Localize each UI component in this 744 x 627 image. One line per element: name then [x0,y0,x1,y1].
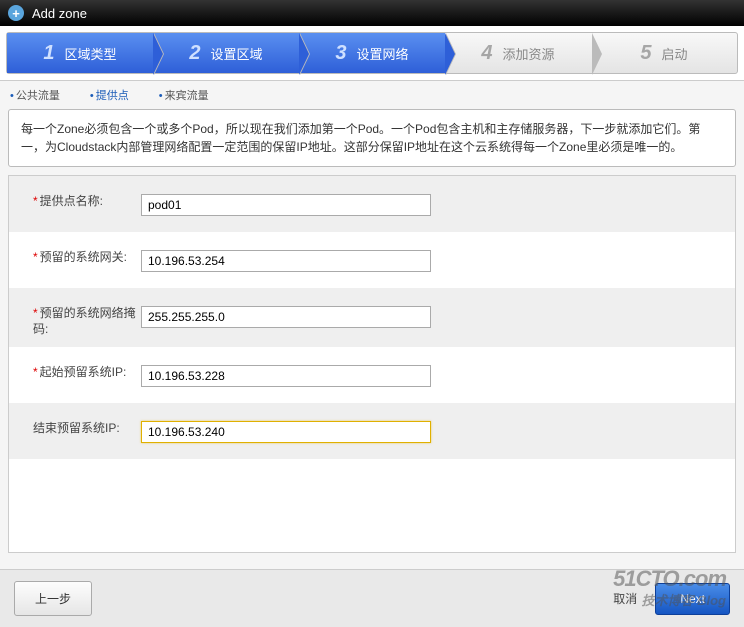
step-add-resources: 4 添加资源 [445,33,591,73]
step-launch: 5 启动 [591,33,737,73]
step-label: 设置网络 [357,44,409,63]
label-text: 结束预留系统IP: [33,421,120,435]
label-end-ip: 结束预留系统IP: [33,421,141,437]
step-label: 设置区域 [211,44,263,63]
row-gateway: *预留的系统网关: [9,232,735,288]
step-label: 添加资源 [503,44,555,63]
step-num: 5 [640,42,651,65]
titlebar: + Add zone [0,0,744,26]
step-label: 启动 [662,44,688,63]
step-label: 区域类型 [65,44,117,63]
label-start-ip: *起始预留系统IP: [33,365,141,381]
required-icon: * [33,306,38,320]
footer: 上一步 取消 Next [0,569,744,627]
bullet-icon: • [10,90,14,102]
required-icon: * [33,365,38,379]
previous-button[interactable]: 上一步 [14,581,92,616]
subtab-label: 公共流量 [16,90,60,102]
bullet-icon: • [159,90,163,102]
gateway-input[interactable] [141,250,431,272]
cancel-button[interactable]: 取消 [613,590,637,607]
step-setup-zone[interactable]: 2 设置区域 [153,33,299,73]
label-text: 提供点名称: [40,194,103,208]
required-icon: * [33,250,38,264]
start-ip-input[interactable] [141,365,431,387]
label-pod-name: *提供点名称: [33,194,141,210]
step-num: 3 [335,42,346,65]
label-text: 预留的系统网络掩码: [33,306,136,336]
step-num: 1 [43,42,54,65]
row-end-ip: 结束预留系统IP: [9,403,735,459]
subtab-pod[interactable]: •提供点 [90,87,129,103]
plus-icon: + [8,5,24,21]
wizard-steps-wrap: 1 区域类型 2 设置区域 3 设置网络 4 添加资源 5 启动 [0,26,744,81]
label-text: 预留的系统网关: [40,250,127,264]
label-netmask: *预留的系统网络掩码: [33,306,141,337]
step-num: 4 [481,42,492,65]
netmask-input[interactable] [141,306,431,328]
subtab-guest-traffic[interactable]: •来宾流量 [159,87,209,103]
footer-right: 取消 Next [613,583,730,615]
window-title: Add zone [32,6,87,21]
subtab-label: 来宾流量 [165,90,209,102]
label-text: 起始预留系统IP: [40,365,127,379]
wizard-steps: 1 区域类型 2 设置区域 3 设置网络 4 添加资源 5 启动 [6,32,738,74]
form-panel: *提供点名称: *预留的系统网关: *预留的系统网络掩码: *起始预留系统IP:… [8,175,736,553]
row-start-ip: *起始预留系统IP: [9,347,735,403]
subtabs: •公共流量 •提供点 •来宾流量 [0,81,744,105]
description-box: 每一个Zone必须包含一个或多个Pod，所以现在我们添加第一个Pod。一个Pod… [8,109,736,167]
label-gateway: *预留的系统网关: [33,250,141,266]
step-setup-network[interactable]: 3 设置网络 [299,33,445,73]
row-netmask: *预留的系统网络掩码: [9,288,735,347]
required-icon: * [33,194,38,208]
next-button[interactable]: Next [655,583,730,615]
bullet-icon: • [90,90,94,102]
step-num: 2 [189,42,200,65]
row-pod-name: *提供点名称: [9,176,735,232]
step-zone-type[interactable]: 1 区域类型 [7,33,153,73]
pod-name-input[interactable] [141,194,431,216]
end-ip-input[interactable] [141,421,431,443]
subtab-public-traffic[interactable]: •公共流量 [10,87,60,103]
subtab-label: 提供点 [96,90,129,102]
